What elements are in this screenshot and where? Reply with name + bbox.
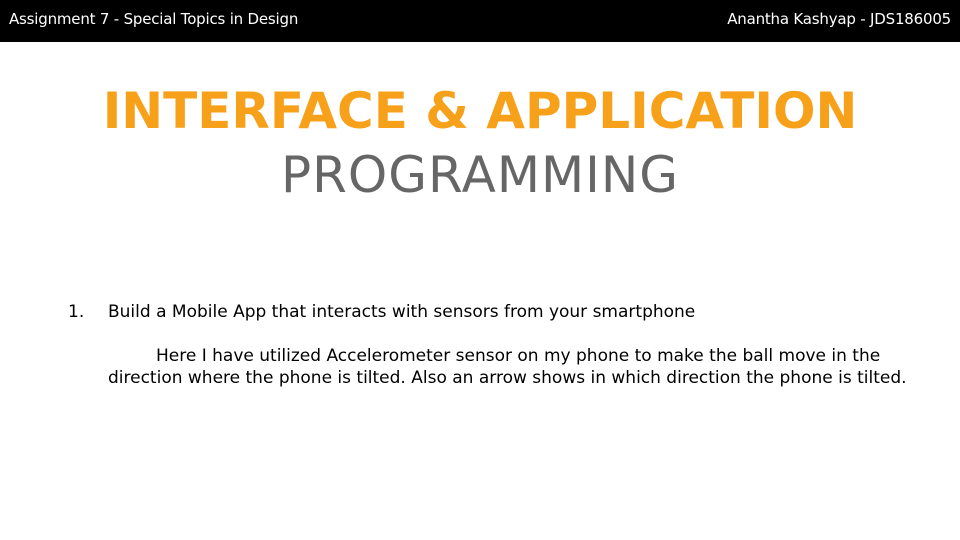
list-item: 1. Build a Mobile App that interacts wit… [68, 301, 908, 389]
list-item-body: Build a Mobile App that interacts with s… [108, 301, 908, 389]
header-bar: Assignment 7 - Special Topics in Design … [0, 0, 960, 42]
slide-title-line2: PROGRAMMING [280, 146, 680, 204]
list-item-description: Here I have utilized Accelerometer senso… [108, 346, 907, 388]
slide-title-line1: INTERFACE & APPLICATION [102, 82, 858, 140]
list-item-number: 1. [68, 302, 85, 322]
author-name: Anantha Kashyap - JDS186005 [727, 10, 951, 28]
task-list: 1. Build a Mobile App that interacts wit… [68, 301, 908, 389]
list-item-heading: Build a Mobile App that interacts with s… [108, 302, 696, 322]
assignment-title: Assignment 7 - Special Topics in Design [9, 10, 299, 28]
